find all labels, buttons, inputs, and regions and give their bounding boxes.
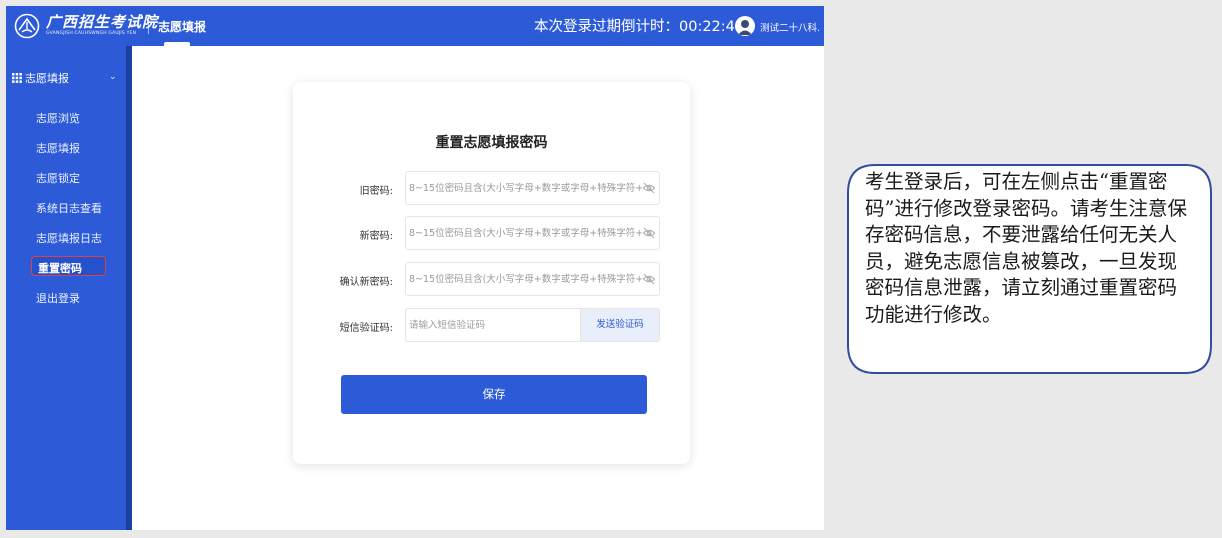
sidebar-item-system-log[interactable]: 系统日志查看 bbox=[36, 200, 102, 216]
old-password-input[interactable] bbox=[406, 172, 642, 204]
sidebar-item-fill[interactable]: 志愿填报 bbox=[36, 140, 80, 156]
sms-code-input[interactable] bbox=[406, 309, 576, 341]
sidebar: 志愿填报 ⌄ 志愿浏览 志愿填报 志愿锁定 系统日志查看 志愿填报日志 重置密码… bbox=[6, 46, 126, 530]
module-title[interactable]: 志愿填报 bbox=[158, 18, 206, 35]
user-avatar-icon bbox=[738, 20, 752, 35]
session-countdown: 本次登录过期倒计时：00:22:48 bbox=[534, 19, 745, 35]
callout-annotation: 考生登录后，可在左侧点击“重置密码”进行修改登录密码。请考生注意保存密码信息，不… bbox=[845, 163, 1215, 375]
header-divider bbox=[148, 18, 149, 34]
sidebar-group-header[interactable]: 志愿填报 bbox=[12, 70, 69, 86]
confirm-password-field bbox=[405, 262, 660, 296]
sidebar-item-fill-log[interactable]: 志愿填报日志 bbox=[36, 230, 102, 246]
new-password-input[interactable] bbox=[406, 217, 642, 249]
save-button[interactable]: 保存 bbox=[341, 375, 647, 414]
eye-off-icon[interactable] bbox=[642, 272, 656, 286]
avatar[interactable] bbox=[735, 16, 755, 36]
top-bar: 广西招生考试院 GVANGJISH CAUHSWNGH GAUJIS YEN 志… bbox=[6, 6, 824, 46]
reset-password-card: 重置志愿填报密码 旧密码: 新密码: 确认新密码: 短信验证码: 请输入短信验证… bbox=[293, 82, 690, 464]
old-password-label: 旧密码: bbox=[359, 186, 393, 197]
sidebar-item-reset-password[interactable]: 重置密码 bbox=[31, 256, 106, 276]
confirm-password-input[interactable] bbox=[406, 263, 642, 295]
grid-icon bbox=[12, 73, 22, 83]
sms-code-field bbox=[405, 308, 580, 342]
callout-text: 考生登录后，可在左侧点击“重置密码”进行修改登录密码。请考生注意保存密码信息，不… bbox=[865, 170, 1187, 326]
sidebar-group-label: 志愿填报 bbox=[25, 72, 69, 85]
username[interactable]: 测试二十八科... bbox=[760, 20, 820, 34]
send-code-button[interactable]: 发送验证码 bbox=[580, 308, 660, 342]
main-content: 重置志愿填报密码 旧密码: 新密码: 确认新密码: 短信验证码: 请输入短信验证… bbox=[132, 46, 824, 530]
sms-code-label: 短信验证码: bbox=[339, 323, 393, 334]
confirm-password-label: 确认新密码: bbox=[339, 277, 393, 288]
eye-off-icon[interactable] bbox=[642, 181, 656, 195]
sidebar-item-logout[interactable]: 退出登录 bbox=[36, 290, 80, 306]
page-title: 重置志愿填报密码 bbox=[435, 135, 548, 151]
logo-text: 广西招生考试院 bbox=[46, 13, 159, 31]
new-password-label: 新密码: bbox=[359, 231, 393, 242]
eye-off-icon[interactable] bbox=[642, 226, 656, 240]
app-window: 广西招生考试院 GVANGJISH CAUHSWNGH GAUJIS YEN 志… bbox=[6, 6, 824, 530]
new-password-field bbox=[405, 216, 660, 250]
sidebar-item-browse[interactable]: 志愿浏览 bbox=[36, 110, 80, 126]
logo-subtext: GVANGJISH CAUHSWNGH GAUJIS YEN bbox=[46, 31, 137, 36]
sidebar-item-lock[interactable]: 志愿锁定 bbox=[36, 170, 80, 186]
logo-icon bbox=[14, 13, 40, 39]
old-password-field bbox=[405, 171, 660, 205]
chevron-down-icon[interactable]: ⌄ bbox=[109, 72, 117, 82]
